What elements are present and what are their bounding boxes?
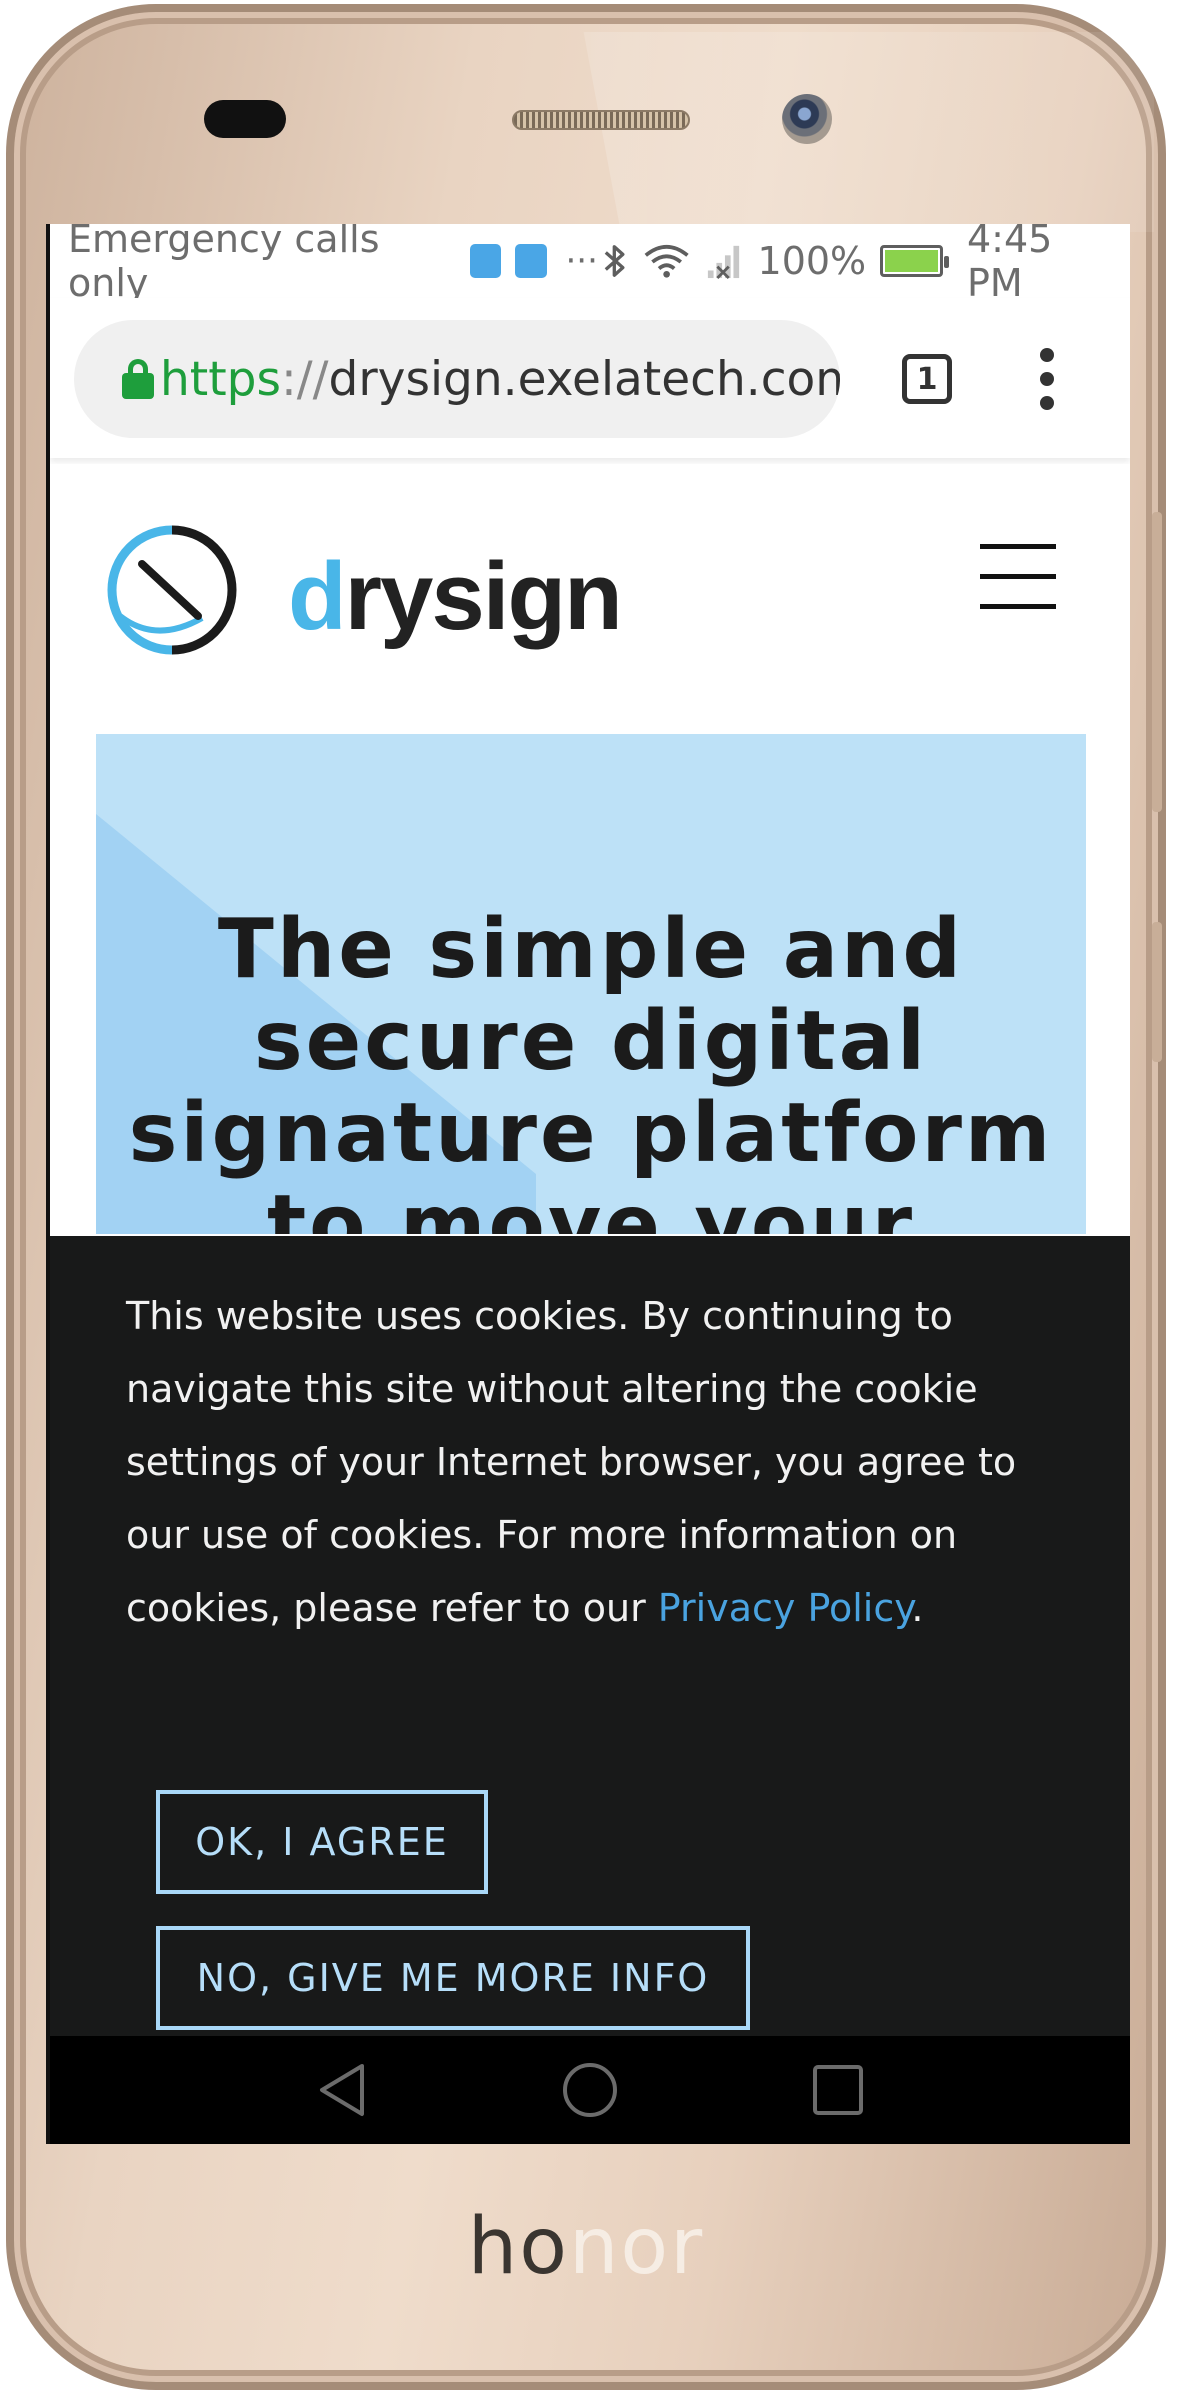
hero-title: The simple and secure digital signature … (96, 902, 1086, 1235)
hamburger-menu-icon[interactable] (980, 544, 1056, 609)
screen: Emergency calls only ··· 100% 4:45 PM ht… (46, 224, 1130, 2144)
privacy-policy-link[interactable]: Privacy Policy (658, 1586, 912, 1630)
back-icon[interactable] (314, 2060, 370, 2120)
cookie-message: This website uses cookies. By continuing… (126, 1280, 1066, 1645)
drysign-logo-text[interactable]: drysign (288, 542, 623, 652)
address-bar[interactable]: https://drysign.exelatech.com (74, 320, 840, 438)
agree-button[interactable]: OK, I AGREE (156, 1790, 488, 1894)
more-notifications-icon: ··· (565, 241, 598, 281)
hero-title-line: to move your (266, 1178, 916, 1235)
tab-count: 1 (916, 361, 938, 397)
url-scheme: https (160, 351, 281, 407)
front-camera (782, 94, 832, 144)
hero-title-line: signature platform (128, 1086, 1054, 1181)
earpiece-speaker (512, 110, 690, 130)
glare (583, 32, 1154, 232)
hero-title-line: secure digital (253, 994, 929, 1089)
clock: 4:45 PM (966, 224, 1053, 305)
power-button (1152, 922, 1162, 1062)
cookie-message-end: . (911, 1586, 924, 1630)
url-host: drysign.exelatech.com (328, 351, 840, 407)
status-bar: Emergency calls only ··· 100% 4:45 PM (50, 224, 1130, 305)
no-signal-icon (707, 245, 739, 280)
hero-banner: The simple and secure digital signature … (96, 734, 1086, 1234)
usb-icon (514, 244, 548, 278)
system-nav-bar (50, 2036, 1130, 2144)
carrier-text: Emergency calls only (68, 224, 380, 305)
url-separator: :// (280, 351, 329, 407)
hero-title-line: The simple and (217, 902, 965, 997)
volume-button (1152, 512, 1162, 812)
cookie-banner: This website uses cookies. By continuing… (50, 1236, 1130, 2036)
recents-icon[interactable] (810, 2062, 866, 2118)
site-header: drysign (50, 464, 1130, 730)
tab-switcher-button[interactable]: 1 (902, 354, 952, 404)
notification-app-icon (470, 244, 501, 278)
wifi-icon (645, 244, 690, 278)
more-info-button[interactable]: NO, GIVE ME MORE INFO (156, 1926, 750, 2030)
overflow-menu-icon[interactable] (1040, 348, 1056, 410)
cookie-message-text: This website uses cookies. By continuing… (126, 1294, 1017, 1630)
device-brand-logo: honor (467, 2202, 705, 2292)
battery-percent: 100% (757, 239, 867, 283)
bluetooth-icon (604, 245, 625, 277)
url-text[interactable]: https://drysign.exelatech.com (160, 352, 840, 407)
lock-icon[interactable] (122, 359, 154, 399)
drysign-logo-icon[interactable] (106, 524, 238, 656)
battery-fill (885, 250, 938, 272)
sensor (204, 100, 286, 138)
browser-toolbar: https://drysign.exelatech.com 1 (50, 298, 1130, 458)
home-icon[interactable] (560, 2060, 620, 2120)
battery-icon (880, 245, 949, 277)
